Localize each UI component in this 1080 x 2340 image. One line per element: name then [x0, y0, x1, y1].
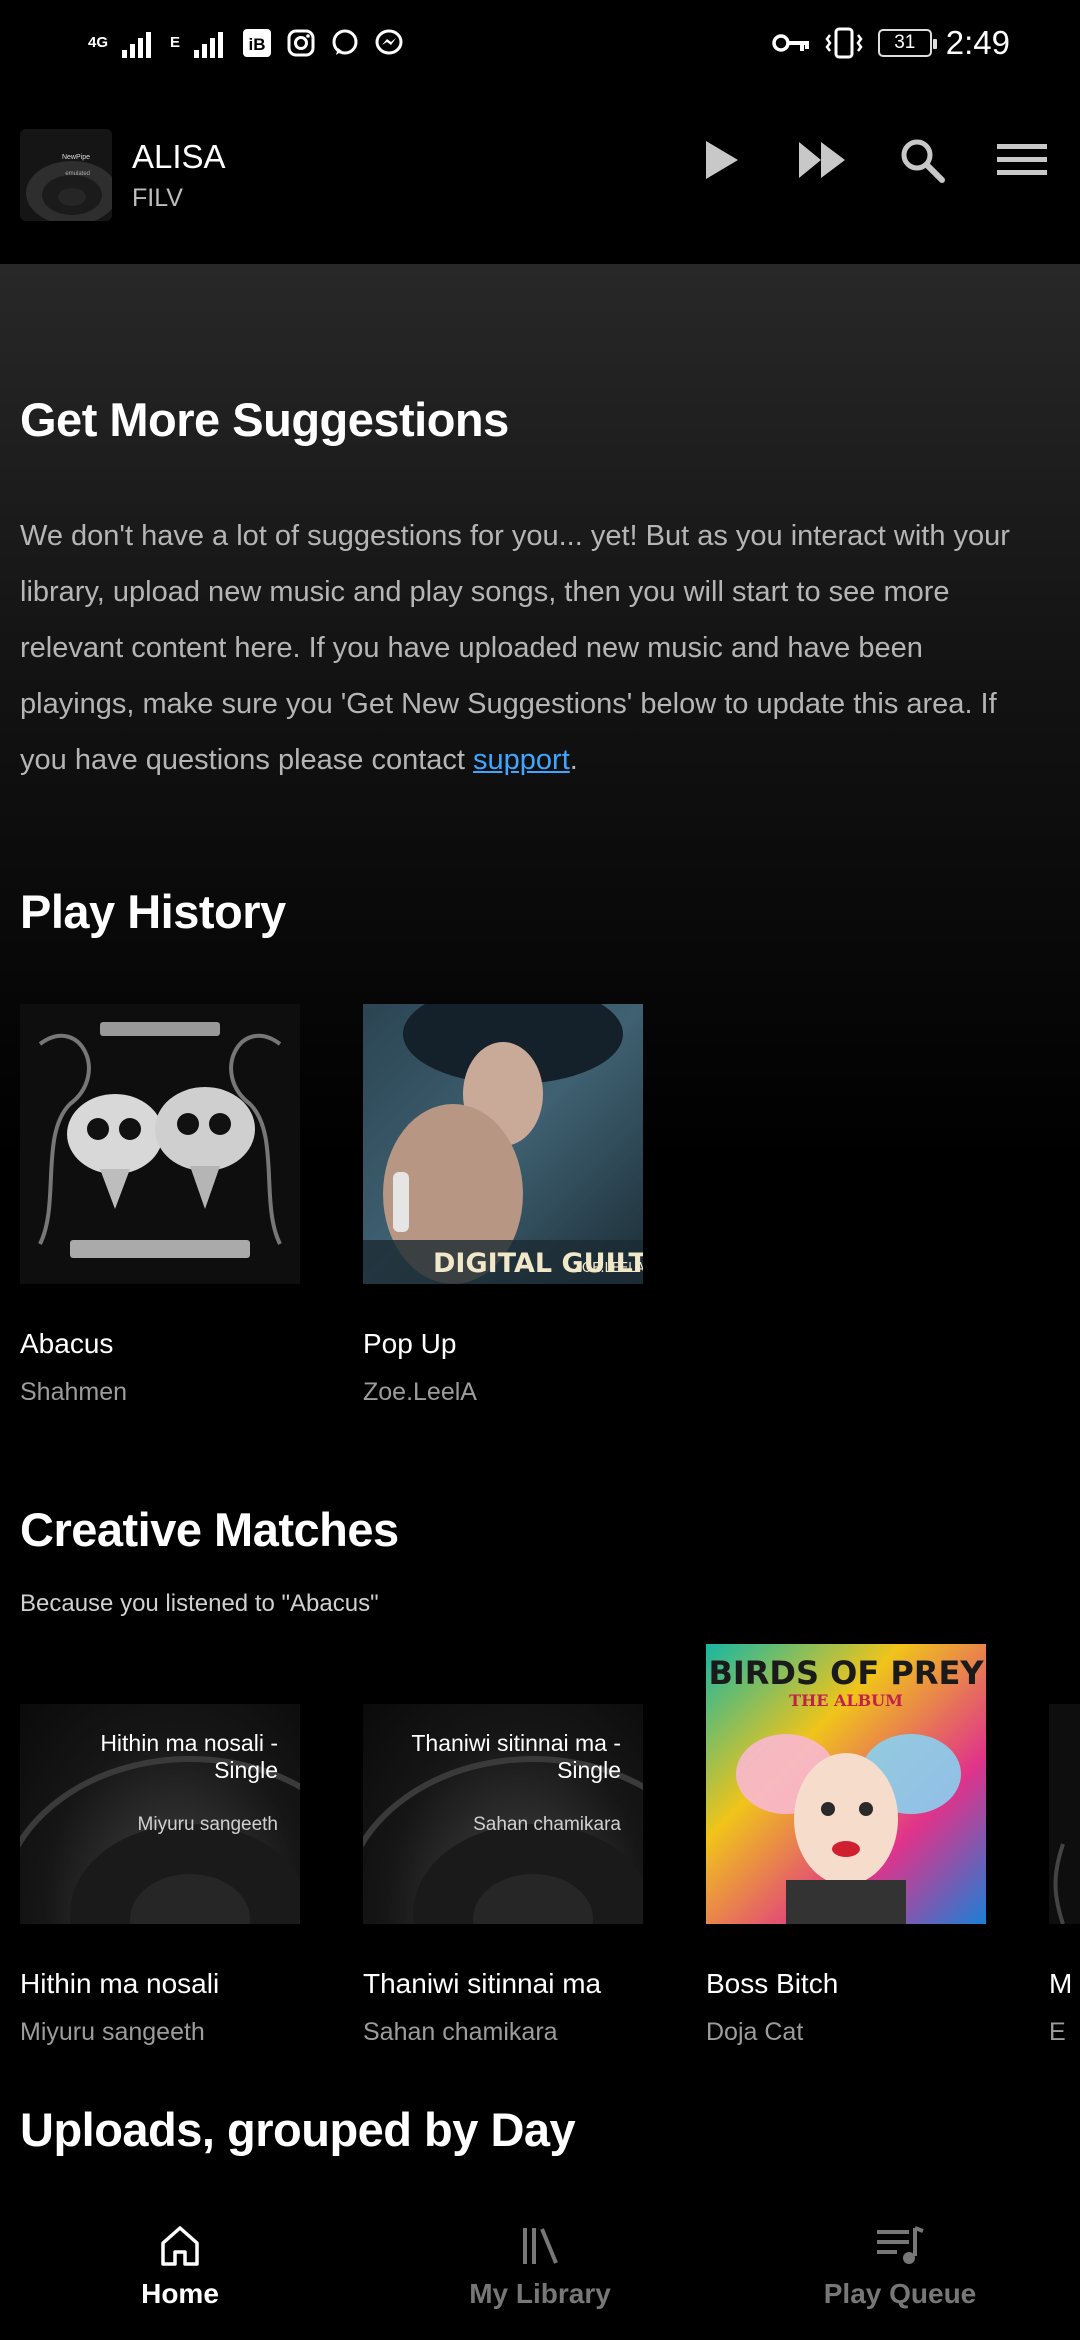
battery-level: 31	[894, 32, 916, 53]
suggestions-body: We don't have a lot of suggestions for y…	[20, 508, 1020, 788]
card-title: M	[1049, 1968, 1073, 1999]
card-artist: Sahan chamikara	[363, 2018, 558, 2046]
now-playing-title: ALISA	[132, 137, 226, 175]
card-artist: Miyuru sangeeth	[20, 2018, 205, 2046]
match-card-partial[interactable]: M E	[1049, 1644, 1080, 2047]
album-art-pop-up[interactable]: DIGITAL GUILT ZOE.LEELA	[363, 1004, 643, 1284]
history-card-abacus[interactable]: Abacus Shahmen	[20, 1004, 300, 1407]
nav-my-library[interactable]: My Library	[360, 2194, 720, 2340]
album-art-abacus[interactable]	[20, 1004, 300, 1284]
app-screen: 4G E iB 31 2:49 NewPipe emulated ALISA F…	[0, 0, 1080, 2340]
support-link[interactable]: support	[473, 744, 570, 776]
search-button[interactable]	[894, 132, 950, 188]
ib-icon: iB	[243, 29, 272, 57]
match-card-hithin-ma-nosali[interactable]: Hithin ma nosali - Single Miyuru sangeet…	[20, 1644, 300, 2047]
speaker-artwork: Hithin ma nosali - Single Miyuru sangeet…	[20, 1704, 300, 1924]
svg-text:ZOE.LEELA: ZOE.LEELA	[573, 1261, 643, 1276]
signal-icon	[194, 32, 224, 58]
signal-icon	[122, 32, 152, 58]
svg-text:iB: iB	[249, 35, 266, 54]
library-icon	[523, 2228, 558, 2264]
play-icon	[706, 141, 738, 179]
fast-forward-icon	[799, 142, 845, 178]
home-content[interactable]: Get More Suggestions We don't have a lot…	[0, 264, 1080, 2194]
status-right: 31 2:49	[772, 24, 1010, 62]
instagram-icon	[287, 29, 315, 57]
nav-label: My Library	[469, 2278, 611, 2309]
card-artist: Doja Cat	[706, 2018, 804, 2046]
network-type-label: 4G	[88, 34, 109, 51]
art-text-title: BIRDS OF PREY	[708, 1654, 984, 1692]
art-artist: Miyuru sangeeth	[137, 1814, 278, 1835]
queue-icon	[877, 2226, 924, 2264]
status-bar: 4G E iB 31 2:49	[0, 0, 1080, 86]
status-left: 4G E iB	[88, 28, 404, 58]
nav-label: Home	[141, 2278, 219, 2309]
key-icon	[772, 34, 809, 52]
bottom-navigation: Home My Library Play Queue	[0, 2194, 1080, 2340]
card-title: Boss Bitch	[706, 1968, 839, 1999]
player-actions	[694, 132, 1050, 188]
menu-button[interactable]	[994, 132, 1050, 188]
suggestions-end: .	[569, 744, 578, 776]
svg-text:NewPipe: NewPipe	[62, 154, 90, 161]
vibrate-icon	[825, 27, 863, 59]
now-playing-album-art[interactable]: NewPipe emulated	[20, 129, 112, 221]
play-button[interactable]	[694, 132, 750, 188]
creative-matches-heading: Creative Matches	[20, 1503, 399, 1556]
suggestions-heading: Get More Suggestions	[20, 393, 509, 446]
card-artist: Shahmen	[20, 1378, 128, 1406]
svg-text:emulated: emulated	[65, 171, 90, 177]
suggestions-text: We don't have a lot of suggestions for y…	[20, 520, 1010, 776]
uploads-heading: Uploads, grouped by Day	[20, 2103, 576, 2156]
nav-label: Play Queue	[823, 2278, 977, 2309]
art-artist: Sahan chamikara	[473, 1814, 621, 1835]
card-artist: E	[1049, 2018, 1066, 2046]
card-artist: Zoe.LeelA	[363, 1378, 477, 1406]
album-art-partial[interactable]	[1049, 1644, 1080, 1924]
whatsapp-icon	[332, 29, 358, 55]
match-card-boss-bitch[interactable]: BIRDS OF PREY THE ALBUM Boss Bitch Doja …	[706, 1644, 986, 2047]
nav-home[interactable]: Home	[0, 2194, 360, 2340]
creative-matches-subtitle: Because you listened to "Abacus"	[20, 1590, 379, 1617]
now-playing-info[interactable]: ALISA FILV	[132, 138, 226, 213]
search-icon	[901, 139, 945, 183]
art-title: Hithin ma nosali - Single	[100, 1730, 278, 1783]
battery-icon: 31	[877, 29, 937, 57]
card-title: Pop Up	[363, 1328, 457, 1359]
card-title: Thaniwi sitinnai ma	[363, 1968, 602, 1999]
card-title: Abacus	[20, 1328, 114, 1359]
card-title: Hithin ma nosali	[20, 1968, 220, 1999]
menu-icon	[997, 144, 1047, 175]
skip-next-button[interactable]	[794, 132, 850, 188]
network-type-label-2: E	[170, 34, 181, 51]
messenger-icon	[375, 29, 403, 55]
speaker-artwork: Thaniwi sitinnai ma - Single Sahan chami…	[363, 1704, 643, 1924]
art-text-sub: THE ALBUM	[789, 1691, 903, 1710]
match-card-thaniwi-sitinnai-ma[interactable]: Thaniwi sitinnai ma - Single Sahan chami…	[363, 1644, 643, 2047]
now-playing-bar[interactable]: NewPipe emulated ALISA FILV	[0, 86, 1080, 264]
album-art-thaniwi-sitinnai-ma[interactable]: Thaniwi sitinnai ma - Single Sahan chami…	[363, 1644, 643, 1924]
art-title: Thaniwi sitinnai ma - Single	[411, 1730, 621, 1783]
album-art-hithin-ma-nosali[interactable]: Hithin ma nosali - Single Miyuru sangeet…	[20, 1644, 300, 1924]
status-time: 2:49	[945, 24, 1010, 61]
history-card-pop-up[interactable]: DIGITAL GUILT ZOE.LEELA Pop Up Zoe.LeelA	[363, 1004, 643, 1407]
now-playing-artist: FILV	[132, 183, 183, 212]
play-history-heading: Play History	[20, 885, 286, 938]
nav-play-queue[interactable]: Play Queue	[720, 2194, 1080, 2340]
album-art-boss-bitch[interactable]: BIRDS OF PREY THE ALBUM	[706, 1644, 986, 1924]
home-icon	[161, 2226, 199, 2266]
